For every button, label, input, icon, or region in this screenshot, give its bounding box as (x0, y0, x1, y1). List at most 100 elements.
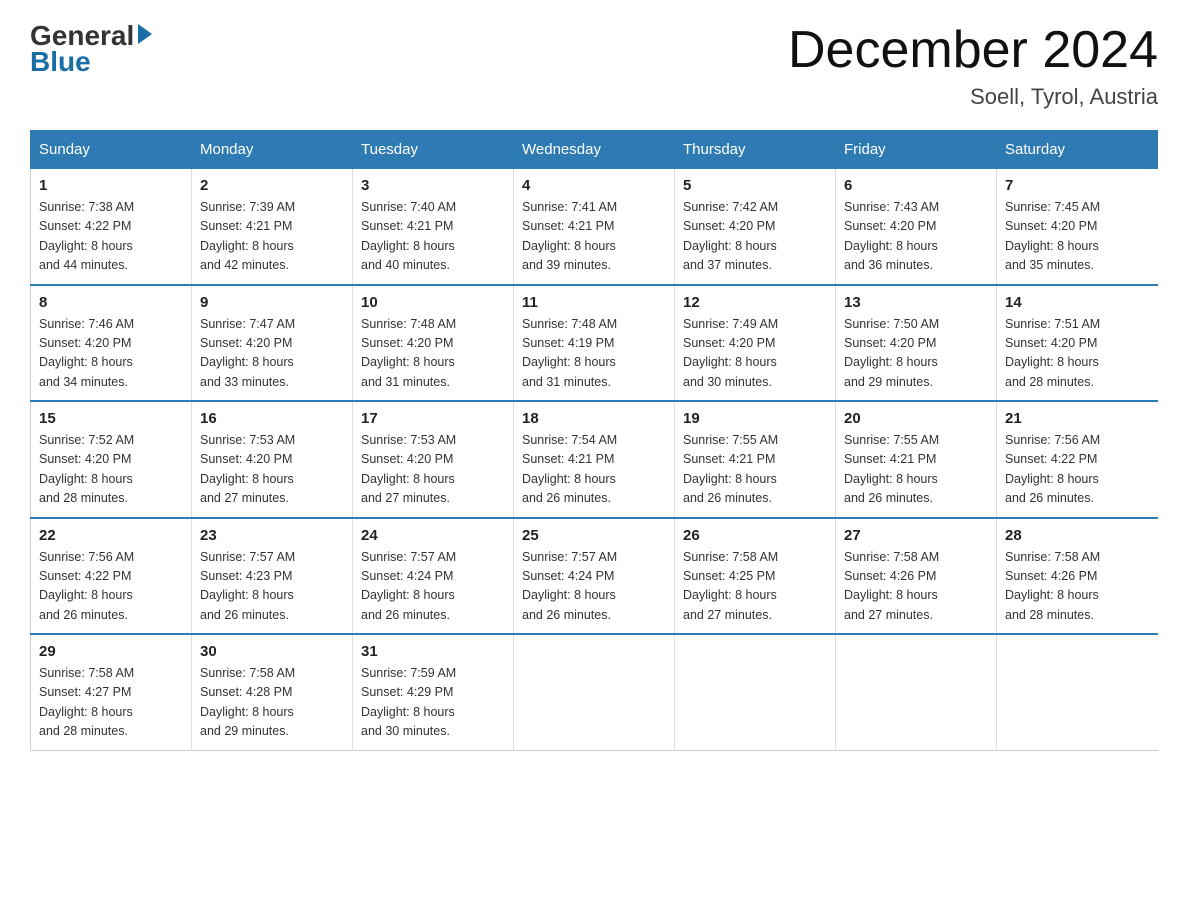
day-info: Sunrise: 7:48 AM Sunset: 4:19 PM Dayligh… (522, 315, 666, 393)
day-info: Sunrise: 7:48 AM Sunset: 4:20 PM Dayligh… (361, 315, 505, 393)
col-tuesday: Tuesday (353, 131, 514, 169)
day-number: 26 (683, 527, 827, 544)
col-thursday: Thursday (675, 131, 836, 169)
day-info: Sunrise: 7:38 AM Sunset: 4:22 PM Dayligh… (39, 198, 183, 276)
day-number: 29 (39, 643, 183, 660)
day-number: 2 (200, 177, 344, 194)
day-info: Sunrise: 7:47 AM Sunset: 4:20 PM Dayligh… (200, 315, 344, 393)
month-title: December 2024 (788, 20, 1158, 80)
day-info: Sunrise: 7:53 AM Sunset: 4:20 PM Dayligh… (200, 431, 344, 509)
day-number: 13 (844, 294, 988, 311)
day-info: Sunrise: 7:41 AM Sunset: 4:21 PM Dayligh… (522, 198, 666, 276)
table-row: 11 Sunrise: 7:48 AM Sunset: 4:19 PM Dayl… (514, 285, 675, 402)
day-info: Sunrise: 7:57 AM Sunset: 4:24 PM Dayligh… (361, 548, 505, 626)
day-info: Sunrise: 7:56 AM Sunset: 4:22 PM Dayligh… (39, 548, 183, 626)
day-info: Sunrise: 7:58 AM Sunset: 4:26 PM Dayligh… (1005, 548, 1150, 626)
table-row: 8 Sunrise: 7:46 AM Sunset: 4:20 PM Dayli… (31, 285, 192, 402)
table-row: 16 Sunrise: 7:53 AM Sunset: 4:20 PM Dayl… (192, 401, 353, 518)
logo: General Blue (30, 20, 154, 78)
table-row (675, 634, 836, 750)
table-row: 3 Sunrise: 7:40 AM Sunset: 4:21 PM Dayli… (353, 169, 514, 285)
day-number: 7 (1005, 177, 1150, 194)
day-info: Sunrise: 7:40 AM Sunset: 4:21 PM Dayligh… (361, 198, 505, 276)
day-number: 18 (522, 410, 666, 427)
table-row: 31 Sunrise: 7:59 AM Sunset: 4:29 PM Dayl… (353, 634, 514, 750)
day-number: 10 (361, 294, 505, 311)
logo-arrow-icon (138, 24, 152, 44)
day-number: 24 (361, 527, 505, 544)
table-row: 27 Sunrise: 7:58 AM Sunset: 4:26 PM Dayl… (836, 518, 997, 635)
table-row: 1 Sunrise: 7:38 AM Sunset: 4:22 PM Dayli… (31, 169, 192, 285)
col-sunday: Sunday (31, 131, 192, 169)
table-row: 24 Sunrise: 7:57 AM Sunset: 4:24 PM Dayl… (353, 518, 514, 635)
day-info: Sunrise: 7:58 AM Sunset: 4:25 PM Dayligh… (683, 548, 827, 626)
col-wednesday: Wednesday (514, 131, 675, 169)
page-header: General Blue December 2024 Soell, Tyrol,… (30, 20, 1158, 110)
day-number: 27 (844, 527, 988, 544)
day-number: 19 (683, 410, 827, 427)
day-number: 31 (361, 643, 505, 660)
logo-blue-text: Blue (30, 46, 91, 78)
day-number: 22 (39, 527, 183, 544)
day-info: Sunrise: 7:56 AM Sunset: 4:22 PM Dayligh… (1005, 431, 1150, 509)
table-row: 9 Sunrise: 7:47 AM Sunset: 4:20 PM Dayli… (192, 285, 353, 402)
table-row: 7 Sunrise: 7:45 AM Sunset: 4:20 PM Dayli… (997, 169, 1158, 285)
day-number: 6 (844, 177, 988, 194)
table-row: 26 Sunrise: 7:58 AM Sunset: 4:25 PM Dayl… (675, 518, 836, 635)
day-info: Sunrise: 7:58 AM Sunset: 4:26 PM Dayligh… (844, 548, 988, 626)
table-row: 17 Sunrise: 7:53 AM Sunset: 4:20 PM Dayl… (353, 401, 514, 518)
day-number: 20 (844, 410, 988, 427)
day-info: Sunrise: 7:45 AM Sunset: 4:20 PM Dayligh… (1005, 198, 1150, 276)
location-subtitle: Soell, Tyrol, Austria (788, 84, 1158, 110)
table-row (836, 634, 997, 750)
day-number: 5 (683, 177, 827, 194)
day-info: Sunrise: 7:49 AM Sunset: 4:20 PM Dayligh… (683, 315, 827, 393)
table-row: 20 Sunrise: 7:55 AM Sunset: 4:21 PM Dayl… (836, 401, 997, 518)
day-info: Sunrise: 7:58 AM Sunset: 4:27 PM Dayligh… (39, 664, 183, 742)
day-info: Sunrise: 7:52 AM Sunset: 4:20 PM Dayligh… (39, 431, 183, 509)
day-number: 3 (361, 177, 505, 194)
calendar-week-row: 22 Sunrise: 7:56 AM Sunset: 4:22 PM Dayl… (31, 518, 1158, 635)
day-number: 16 (200, 410, 344, 427)
calendar-week-row: 8 Sunrise: 7:46 AM Sunset: 4:20 PM Dayli… (31, 285, 1158, 402)
col-monday: Monday (192, 131, 353, 169)
table-row: 19 Sunrise: 7:55 AM Sunset: 4:21 PM Dayl… (675, 401, 836, 518)
table-row: 30 Sunrise: 7:58 AM Sunset: 4:28 PM Dayl… (192, 634, 353, 750)
day-info: Sunrise: 7:42 AM Sunset: 4:20 PM Dayligh… (683, 198, 827, 276)
day-number: 17 (361, 410, 505, 427)
day-number: 11 (522, 294, 666, 311)
day-info: Sunrise: 7:58 AM Sunset: 4:28 PM Dayligh… (200, 664, 344, 742)
day-number: 14 (1005, 294, 1150, 311)
table-row: 29 Sunrise: 7:58 AM Sunset: 4:27 PM Dayl… (31, 634, 192, 750)
day-info: Sunrise: 7:51 AM Sunset: 4:20 PM Dayligh… (1005, 315, 1150, 393)
table-row: 14 Sunrise: 7:51 AM Sunset: 4:20 PM Dayl… (997, 285, 1158, 402)
calendar-table: Sunday Monday Tuesday Wednesday Thursday… (30, 130, 1158, 751)
day-number: 8 (39, 294, 183, 311)
table-row: 2 Sunrise: 7:39 AM Sunset: 4:21 PM Dayli… (192, 169, 353, 285)
day-number: 15 (39, 410, 183, 427)
calendar-week-row: 15 Sunrise: 7:52 AM Sunset: 4:20 PM Dayl… (31, 401, 1158, 518)
table-row: 22 Sunrise: 7:56 AM Sunset: 4:22 PM Dayl… (31, 518, 192, 635)
table-row: 18 Sunrise: 7:54 AM Sunset: 4:21 PM Dayl… (514, 401, 675, 518)
day-number: 23 (200, 527, 344, 544)
day-info: Sunrise: 7:53 AM Sunset: 4:20 PM Dayligh… (361, 431, 505, 509)
day-info: Sunrise: 7:59 AM Sunset: 4:29 PM Dayligh… (361, 664, 505, 742)
table-row: 13 Sunrise: 7:50 AM Sunset: 4:20 PM Dayl… (836, 285, 997, 402)
day-number: 9 (200, 294, 344, 311)
day-info: Sunrise: 7:54 AM Sunset: 4:21 PM Dayligh… (522, 431, 666, 509)
table-row: 28 Sunrise: 7:58 AM Sunset: 4:26 PM Dayl… (997, 518, 1158, 635)
day-info: Sunrise: 7:55 AM Sunset: 4:21 PM Dayligh… (683, 431, 827, 509)
table-row: 25 Sunrise: 7:57 AM Sunset: 4:24 PM Dayl… (514, 518, 675, 635)
day-info: Sunrise: 7:50 AM Sunset: 4:20 PM Dayligh… (844, 315, 988, 393)
day-number: 28 (1005, 527, 1150, 544)
table-row: 23 Sunrise: 7:57 AM Sunset: 4:23 PM Dayl… (192, 518, 353, 635)
table-row: 21 Sunrise: 7:56 AM Sunset: 4:22 PM Dayl… (997, 401, 1158, 518)
day-number: 4 (522, 177, 666, 194)
day-info: Sunrise: 7:57 AM Sunset: 4:23 PM Dayligh… (200, 548, 344, 626)
calendar-week-row: 1 Sunrise: 7:38 AM Sunset: 4:22 PM Dayli… (31, 169, 1158, 285)
calendar-week-row: 29 Sunrise: 7:58 AM Sunset: 4:27 PM Dayl… (31, 634, 1158, 750)
day-info: Sunrise: 7:39 AM Sunset: 4:21 PM Dayligh… (200, 198, 344, 276)
calendar-header-row: Sunday Monday Tuesday Wednesday Thursday… (31, 131, 1158, 169)
table-row (514, 634, 675, 750)
table-row: 6 Sunrise: 7:43 AM Sunset: 4:20 PM Dayli… (836, 169, 997, 285)
